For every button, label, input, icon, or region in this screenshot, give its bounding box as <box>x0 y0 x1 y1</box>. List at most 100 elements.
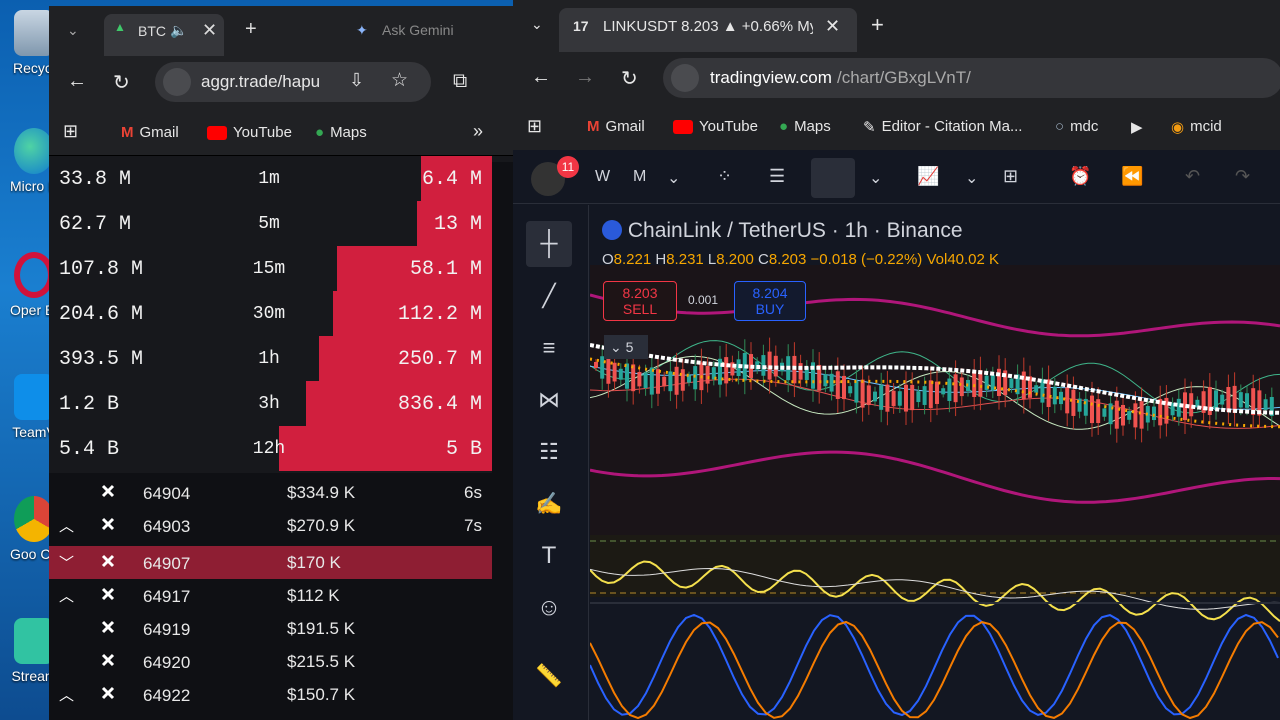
reload-icon[interactable]: ↻ <box>113 70 130 95</box>
candle-body <box>1071 389 1076 416</box>
url-text: aggr.trade/hapu <box>201 72 321 91</box>
fib-icon[interactable]: ≡ <box>526 325 572 371</box>
address-bar[interactable]: tradingview.com /chart/GBxgLVnT/ <box>663 58 1280 98</box>
chrome-icon <box>14 496 54 542</box>
spread-value: 0.001 <box>688 293 719 307</box>
redo-icon[interactable]: ↷ <box>1235 166 1250 187</box>
bookmark-citation[interactable]: ✎ Editor - Citation Ma... <box>863 118 1022 136</box>
trend-line-icon[interactable]: ╱ <box>526 273 572 319</box>
symbol-search-button[interactable]: W <box>595 168 610 186</box>
ask-gemini-button[interactable]: Ask Gemini <box>382 22 454 38</box>
candles-icon[interactable] <box>811 158 855 198</box>
bookmark-mcid[interactable]: ◉ mcid <box>1171 118 1222 136</box>
address-bar[interactable]: aggr.trade/hapu ⇩ ☆ <box>155 62 431 102</box>
emoji-icon[interactable]: ☺ <box>526 585 572 631</box>
site-info-icon[interactable] <box>671 64 699 92</box>
trade-amount: $215.5 K <box>287 652 355 672</box>
chevron-down-icon[interactable]: ⌄ <box>965 168 978 188</box>
back-arrow-icon[interactable]: ← <box>531 66 551 89</box>
alert-icon[interactable]: ⏰ <box>1069 166 1091 187</box>
candle-body <box>910 384 915 411</box>
timeframe: 12h <box>252 439 286 459</box>
address-bar-row: ← → ↻ tradingview.com /chart/GBxgLVnT/ <box>513 52 1280 106</box>
candle-body <box>798 363 803 380</box>
ohlc-values: O8.221 H8.231 L8.200 C8.203 −0.018 (−0.2… <box>602 251 1000 268</box>
candle-body <box>1263 399 1268 410</box>
bookmark-maps[interactable]: ● Maps <box>779 118 831 135</box>
trade-row[interactable]: ﹀ 64907 $170 K <box>49 546 492 579</box>
low-value: 8.200 <box>716 251 754 268</box>
candle-body <box>1052 386 1057 405</box>
compare-icon[interactable]: ⁘ <box>717 166 732 187</box>
candle-body <box>866 385 871 406</box>
tab-close-icon[interactable]: ✕ <box>202 20 217 41</box>
forward-arrow-icon[interactable]: → <box>575 66 595 89</box>
trade-amount-value: 191.5 K <box>296 619 356 638</box>
extensions-icon[interactable]: ⧉ <box>453 70 467 93</box>
trade-price: 64904 <box>143 484 191 503</box>
tab-search-icon[interactable]: ⌄ <box>67 22 79 39</box>
more-bookmarks-icon[interactable]: » <box>473 121 483 142</box>
collapse-indicators-button[interactable]: ⌄ 5 <box>604 335 648 359</box>
trade-row[interactable]: ︿ 64903 $270.9 K 7s <box>49 509 492 542</box>
tab-tradingview[interactable]: 17 LINKUSDT 8.203 ▲ +0.66% My ✕ <box>559 8 857 52</box>
site-info-icon[interactable] <box>163 68 191 96</box>
reload-icon[interactable]: ↻ <box>621 66 638 91</box>
trade-row[interactable]: 64919 $191.5 K <box>49 612 492 645</box>
recycle-bin-icon <box>14 10 54 56</box>
bookmark-gmail[interactable]: M Gmail <box>587 118 645 135</box>
apps-grid-icon[interactable]: ⊞ <box>63 121 78 142</box>
trade-price: 64920 <box>143 653 191 672</box>
tab-strip: ⌄ 17 LINKUSDT 8.203 ▲ +0.66% My ✕ + <box>513 0 1280 52</box>
tab-search-icon[interactable]: ⌄ <box>531 16 543 33</box>
editor-icon: ✎ <box>863 119 876 136</box>
trade-row[interactable]: 64920 $215.5 K <box>49 645 492 678</box>
trade-row[interactable]: 64904 $334.9 K 6s <box>49 476 492 509</box>
bookmark-mdc[interactable]: ○ mdc <box>1055 118 1098 135</box>
aggr-browser-window: ⌄ ▲ BTC 🔈 ✕ + ✦ Ask Gemini ← ↻ aggr.trad… <box>49 6 513 720</box>
bookmark-maps[interactable]: ● Maps <box>315 124 367 141</box>
exchange-logo-icon <box>101 554 115 568</box>
interval-button[interactable]: M <box>633 168 646 186</box>
bar-style-icon[interactable]: ☰ <box>769 166 785 187</box>
ruler-icon[interactable]: 📏 <box>526 653 572 699</box>
bookmark-youtube[interactable]: YouTube <box>207 124 292 141</box>
back-arrow-icon[interactable]: ← <box>67 70 87 93</box>
sell-button[interactable]: 8.203 SELL <box>603 281 677 321</box>
speaker-icon[interactable]: 🔈 <box>170 22 187 39</box>
text-icon[interactable]: T <box>526 533 572 579</box>
brush-icon[interactable]: ✍ <box>526 481 572 527</box>
install-app-icon[interactable]: ⇩ <box>349 70 364 91</box>
star-icon[interactable]: ☆ <box>391 69 408 92</box>
candle-body <box>662 376 667 387</box>
buy-button[interactable]: 8.204 BUY <box>734 281 806 321</box>
price-chart[interactable]: ChainLink / TetherUS · 1h · Binance O8.2… <box>590 205 1280 720</box>
apps-grid-icon[interactable]: ⊞ <box>527 116 542 137</box>
projection-icon[interactable]: ☷ <box>526 429 572 475</box>
bookmark-youtube[interactable]: YouTube <box>673 118 758 135</box>
timeframe: 1h <box>258 349 280 369</box>
candle-body <box>1226 386 1231 412</box>
replay-icon[interactable]: ⏪ <box>1121 166 1143 187</box>
chevron-down-icon[interactable]: ⌄ <box>869 168 882 188</box>
bookmark-arrow-icon[interactable]: ▶ <box>1131 118 1143 136</box>
tab-close-icon[interactable]: ✕ <box>825 16 840 37</box>
candle-body <box>1059 391 1063 405</box>
tab-btc[interactable]: ▲ BTC 🔈 ✕ <box>104 14 224 56</box>
trade-row[interactable]: ︿ 64917 $112 K <box>49 579 492 612</box>
bookmark-gmail[interactable]: M Gmail <box>121 124 179 141</box>
scrollbar[interactable] <box>492 162 513 720</box>
new-tab-icon[interactable]: + <box>245 18 257 41</box>
candle-body <box>637 371 642 387</box>
trade-row[interactable]: ︿ 64922 $150.7 K <box>49 678 492 711</box>
chevron-down-icon[interactable]: ⌄ <box>667 168 680 188</box>
crosshair-icon[interactable]: ┼ <box>526 221 572 267</box>
layouts-icon[interactable]: ⊞ <box>1003 166 1018 187</box>
indicators-icon[interactable]: 📈 <box>917 166 939 187</box>
trade-amount: $270.9 K <box>287 516 355 536</box>
undo-icon[interactable]: ↶ <box>1185 166 1200 187</box>
open-value: 8.221 <box>613 251 652 268</box>
pattern-icon[interactable]: ⋈ <box>526 377 572 423</box>
trade-amount: $334.9 K <box>287 483 355 503</box>
new-tab-icon[interactable]: + <box>871 12 884 38</box>
